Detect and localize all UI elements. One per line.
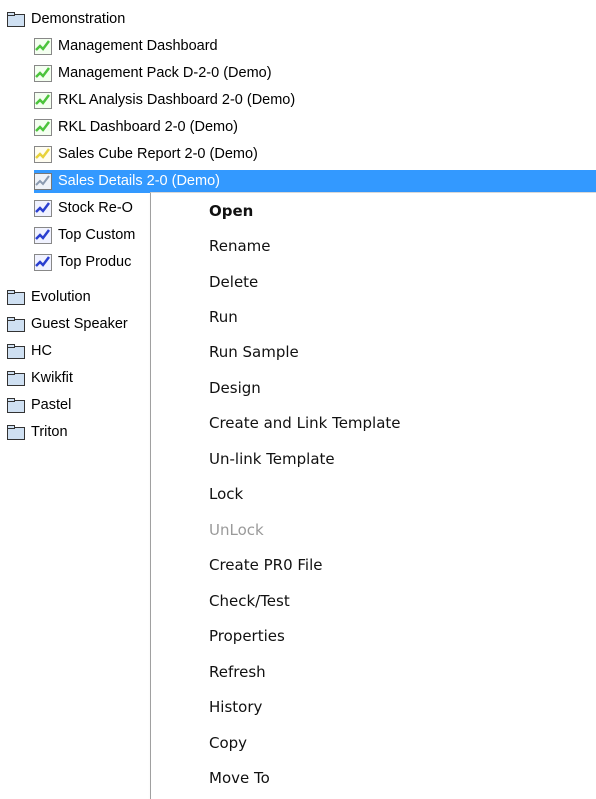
tree-report-item[interactable]: Sales Cube Report 2-0 (Demo) bbox=[34, 143, 260, 166]
tree-folder-label: Evolution bbox=[31, 289, 91, 305]
blue-chart-icon bbox=[34, 254, 53, 271]
tree-folder-label: Demonstration bbox=[31, 11, 126, 27]
menu-item-create-pr0-file[interactable]: Create PR0 File bbox=[209, 550, 323, 580]
menu-item-history[interactable]: History bbox=[209, 692, 262, 722]
menu-item-copy[interactable]: Copy bbox=[209, 728, 247, 758]
grey-chart-icon bbox=[34, 173, 53, 190]
tree-report-label: Sales Details 2-0 (Demo) bbox=[56, 172, 222, 191]
tree-folder-kwikfit[interactable]: Kwikfit bbox=[7, 367, 75, 390]
green-chart-icon bbox=[34, 92, 53, 109]
menu-item-move-to[interactable]: Move To bbox=[209, 763, 270, 793]
folder-icon bbox=[7, 370, 26, 387]
folder-icon bbox=[7, 343, 26, 360]
tree-folder-triton[interactable]: Triton bbox=[7, 421, 70, 444]
tree-report-label: Management Pack D-2-0 (Demo) bbox=[58, 65, 272, 81]
tree-report-item[interactable]: Top Produc bbox=[34, 251, 133, 274]
menu-item-refresh[interactable]: Refresh bbox=[209, 657, 266, 687]
folder-icon bbox=[7, 316, 26, 333]
tree-report-item[interactable]: RKL Analysis Dashboard 2-0 (Demo) bbox=[34, 89, 297, 112]
tree-report-item[interactable]: Management Pack D-2-0 (Demo) bbox=[34, 62, 274, 85]
folder-icon bbox=[7, 397, 26, 414]
blue-chart-icon bbox=[34, 200, 53, 217]
tree-folder-guest-speaker[interactable]: Guest Speaker bbox=[7, 313, 130, 336]
tree-report-label: Sales Cube Report 2-0 (Demo) bbox=[58, 146, 258, 162]
tree-report-label: Management Dashboard bbox=[58, 38, 218, 54]
menu-item-unlock: UnLock bbox=[209, 521, 264, 539]
menu-item-open[interactable]: Open bbox=[209, 196, 253, 226]
menu-item-design[interactable]: Design bbox=[209, 373, 261, 403]
context-menu: Open Rename Delete Run Run Sample Design… bbox=[150, 192, 596, 799]
tree-report-item[interactable]: RKL Dashboard 2-0 (Demo) bbox=[34, 116, 240, 139]
menu-item-delete[interactable]: Delete bbox=[209, 267, 258, 297]
green-chart-icon bbox=[34, 119, 53, 136]
blue-chart-icon bbox=[34, 227, 53, 244]
tree-folder-evolution[interactable]: Evolution bbox=[7, 286, 93, 309]
tree-report-item[interactable]: Management Dashboard bbox=[34, 35, 220, 58]
folder-icon bbox=[7, 424, 26, 441]
menu-item-run[interactable]: Run bbox=[209, 302, 238, 332]
tree-folder-label: Kwikfit bbox=[31, 370, 73, 386]
menu-item-run-sample[interactable]: Run Sample bbox=[209, 337, 299, 367]
folder-icon bbox=[7, 289, 26, 306]
tree-folder-label: HC bbox=[31, 343, 52, 359]
menu-item-lock[interactable]: Lock bbox=[209, 479, 243, 509]
menu-item-rename[interactable]: Rename bbox=[209, 231, 271, 261]
tree-folder-label: Triton bbox=[31, 424, 68, 440]
tree-report-item[interactable]: Stock Re-O bbox=[34, 197, 135, 220]
tree-report-label: Top Produc bbox=[58, 254, 132, 270]
tree-folder-label: Guest Speaker bbox=[31, 316, 128, 332]
menu-item-unlink-template[interactable]: Un-link Template bbox=[209, 444, 335, 474]
tree-report-label: RKL Dashboard 2-0 (Demo) bbox=[58, 119, 238, 135]
tree-report-label: RKL Analysis Dashboard 2-0 (Demo) bbox=[58, 92, 296, 108]
tree-report-item-selected[interactable]: Sales Details 2-0 (Demo) bbox=[34, 170, 596, 193]
tree-folder-demonstration[interactable]: Demonstration bbox=[7, 8, 127, 31]
green-chart-icon bbox=[34, 38, 53, 55]
tree-report-label: Stock Re-O bbox=[58, 200, 133, 216]
folder-icon bbox=[7, 11, 26, 28]
tree-folder-pastel[interactable]: Pastel bbox=[7, 394, 73, 417]
menu-item-check-test[interactable]: Check/Test bbox=[209, 586, 290, 616]
tree-report-item[interactable]: Top Custom bbox=[34, 224, 137, 247]
tree-report-label: Top Custom bbox=[58, 227, 136, 243]
tree-folder-label: Pastel bbox=[31, 397, 72, 413]
menu-item-properties[interactable]: Properties bbox=[209, 621, 285, 651]
menu-item-create-and-link-template[interactable]: Create and Link Template bbox=[209, 408, 401, 438]
yellow-chart-icon bbox=[34, 146, 53, 163]
tree-folder-hc[interactable]: HC bbox=[7, 340, 54, 363]
green-chart-icon bbox=[34, 65, 53, 82]
